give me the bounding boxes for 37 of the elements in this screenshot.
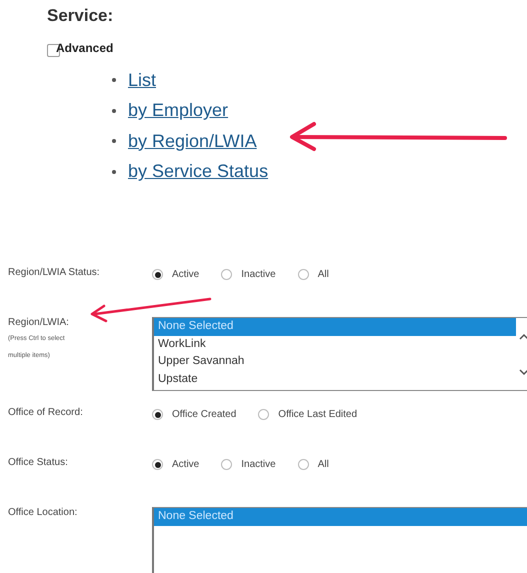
radio-option[interactable]: Inactive [221,459,276,470]
report-link[interactable]: by Region/LWIA [128,130,257,152]
report-link[interactable]: List [128,70,156,91]
bullet-icon [112,78,116,82]
radio-button[interactable] [258,409,270,420]
scroll-down-icon[interactable] [519,368,527,376]
radio-option[interactable]: Active [152,269,200,280]
field-label: Office of Record: [8,407,84,418]
bullet-icon [112,139,116,144]
radio-button[interactable] [298,459,309,470]
radio-option[interactable]: Office Created [152,409,236,420]
radio-button[interactable] [152,269,163,280]
section-title: Service: [47,6,114,26]
radio-button[interactable] [152,409,163,420]
radio-option[interactable]: All [298,459,329,470]
field-label: Region/LWIA Status: [8,267,101,278]
radio-option[interactable]: All [298,269,329,280]
radio-option[interactable]: Office Last Edited [258,409,358,420]
field-label: Office Status: [8,457,69,468]
bullet-icon [112,108,116,113]
radio-button[interactable] [298,269,309,280]
field-label: Office Location: [8,507,78,518]
bullet-icon [112,170,116,174]
radio-button[interactable] [152,459,163,470]
list-option[interactable]: WorkLink [154,336,516,353]
list-box[interactable]: None Selected WorkLink Upper Savannah Upstate [152,317,527,391]
checkbox-label: Advanced [56,40,114,54]
scroll-up-icon[interactable] [519,332,527,340]
field-label: Region/LWIA: [8,317,70,328]
report-link[interactable]: by Employer [128,100,228,122]
radio-button[interactable] [221,459,232,470]
radio-option[interactable]: Active [152,459,200,470]
list-option[interactable]: Upper Savannah [154,353,516,370]
report-link[interactable]: by Service Status [128,161,268,182]
list-option[interactable]: Upstate [154,370,516,388]
radio-option[interactable]: Inactive [221,269,276,280]
radio-button[interactable] [221,269,232,280]
